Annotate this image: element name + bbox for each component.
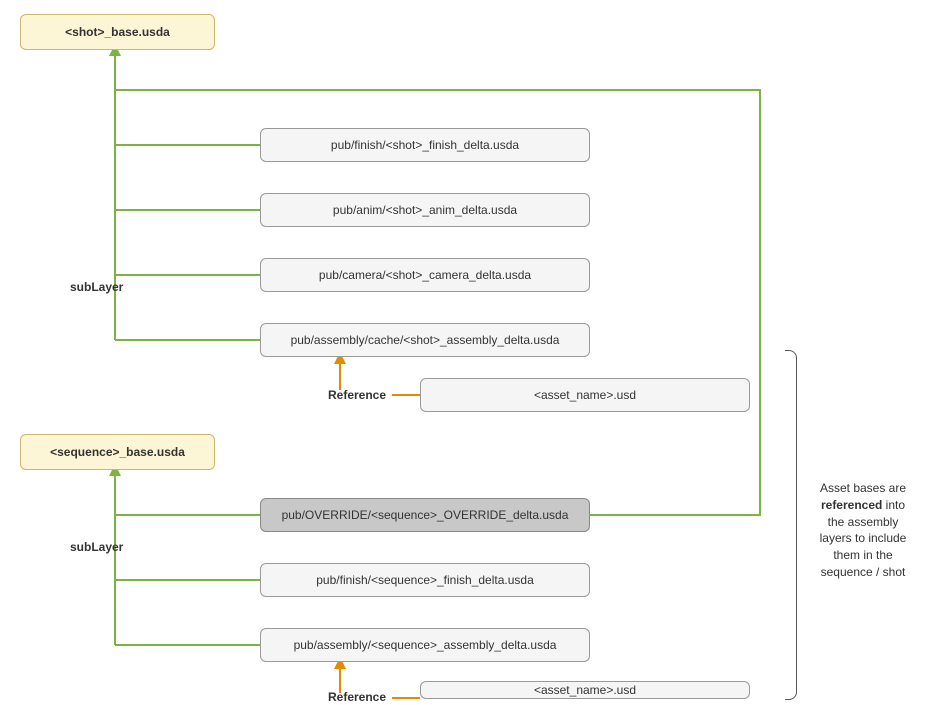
finish-seq-node: pub/finish/<sequence>_finish_delta.usda	[260, 563, 590, 597]
note-line5: them in the	[833, 548, 892, 562]
note-line1: Asset bases are	[820, 481, 906, 495]
anim-shot-node: pub/anim/<shot>_anim_delta.usda	[260, 193, 590, 227]
sublayer-label-1: subLayer	[70, 280, 123, 294]
assembly-seq-label: pub/assembly/<sequence>_assembly_delta.u…	[294, 638, 557, 652]
sequence-base-node: <sequence>_base.usda	[20, 434, 215, 470]
assembly-shot-node: pub/assembly/cache/<shot>_assembly_delta…	[260, 323, 590, 357]
asset-shot-node: <asset_name>.usd	[420, 378, 750, 412]
reference-label-1: Reference	[328, 388, 386, 402]
sublayer-label-2: subLayer	[70, 540, 123, 554]
camera-shot-label: pub/camera/<shot>_camera_delta.usda	[319, 268, 531, 282]
anim-shot-label: pub/anim/<shot>_anim_delta.usda	[333, 203, 517, 217]
sequence-base-label: <sequence>_base.usda	[50, 445, 185, 459]
finish-shot-label: pub/finish/<shot>_finish_delta.usda	[331, 138, 519, 152]
assembly-seq-node: pub/assembly/<sequence>_assembly_delta.u…	[260, 628, 590, 662]
shot-base-label: <shot>_base.usda	[65, 25, 170, 39]
note-line3: the assembly	[828, 515, 899, 529]
camera-shot-node: pub/camera/<shot>_camera_delta.usda	[260, 258, 590, 292]
finish-shot-node: pub/finish/<shot>_finish_delta.usda	[260, 128, 590, 162]
note-strong: referenced	[821, 498, 882, 512]
asset-shot-label: <asset_name>.usd	[534, 388, 636, 402]
override-seq-node: pub/OVERRIDE/<sequence>_OVERRIDE_delta.u…	[260, 498, 590, 532]
reference-label-2: Reference	[328, 690, 386, 704]
asset-seq-label: <asset_name>.usd	[534, 683, 636, 697]
shot-base-node: <shot>_base.usda	[20, 14, 215, 50]
finish-seq-label: pub/finish/<sequence>_finish_delta.usda	[316, 573, 534, 587]
note-line4: layers to include	[820, 531, 907, 545]
note-line6: sequence / shot	[821, 565, 906, 579]
note-bracket	[785, 350, 797, 700]
asset-seq-node: <asset_name>.usd	[420, 681, 750, 699]
override-seq-label: pub/OVERRIDE/<sequence>_OVERRIDE_delta.u…	[282, 508, 569, 522]
note-line2: into	[882, 498, 905, 512]
assembly-shot-label: pub/assembly/cache/<shot>_assembly_delta…	[291, 333, 560, 347]
note-text: Asset bases are referenced into the asse…	[808, 480, 918, 581]
